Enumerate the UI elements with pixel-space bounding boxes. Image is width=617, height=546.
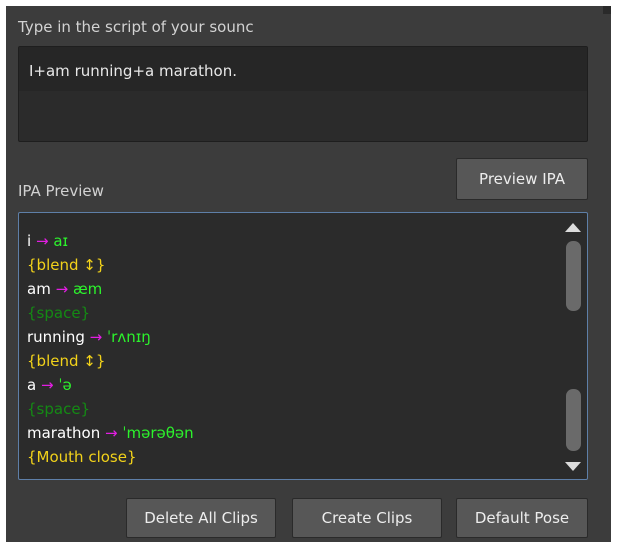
ipa-word: am: [27, 280, 51, 298]
ipa-word: marathon: [27, 424, 101, 442]
arrow-icon: →: [89, 328, 103, 346]
arrow-icon: →: [35, 232, 49, 250]
scroll-down-arrow-icon[interactable]: [565, 462, 581, 471]
ipa-line: a → ˈə: [27, 373, 194, 397]
ipa-preview-content: i → aɪ {blend ↕} am → æm {space} running → ˈ…: [27, 229, 194, 469]
default-pose-button[interactable]: Default Pose: [456, 498, 588, 538]
ipa-phoneme: ˈə: [58, 376, 72, 394]
ipa-line: {Mouth close}: [27, 445, 194, 469]
ipa-line: i → aɪ: [27, 229, 194, 253]
ipa-scrollbar[interactable]: [563, 221, 583, 473]
scroll-thumb-lower[interactable]: [566, 389, 581, 451]
scroll-thumb-upper[interactable]: [566, 241, 581, 311]
ipa-word: i: [27, 232, 32, 250]
arrow-icon: →: [40, 376, 54, 394]
arrow-icon: →: [105, 424, 118, 442]
space-marker: {space}: [27, 400, 91, 418]
lipsync-panel: Type in the script of your sounc I+am ru…: [6, 6, 611, 542]
panel-corner: [603, 6, 611, 14]
ipa-preview-label: IPA Preview: [18, 182, 104, 200]
delete-all-clips-button[interactable]: Delete All Clips: [126, 498, 276, 538]
ipa-word: a: [27, 376, 37, 394]
mouth-close-marker: {Mouth close}: [27, 448, 137, 466]
blend-marker: {blend ↕}: [27, 352, 106, 370]
preview-ipa-button[interactable]: Preview IPA: [456, 158, 588, 200]
script-input[interactable]: I+am running+a marathon.: [18, 46, 588, 142]
ipa-preview-area[interactable]: i → aɪ {blend ↕} am → æm {space} running → ˈ…: [18, 212, 588, 480]
ipa-line: {blend ↕}: [27, 349, 194, 373]
space-marker: {space}: [27, 304, 91, 322]
script-input-text: I+am running+a marathon.: [19, 47, 587, 91]
create-clips-button[interactable]: Create Clips: [292, 498, 442, 538]
ipa-phoneme: aɪ: [53, 232, 69, 250]
ipa-phoneme: æm: [72, 280, 103, 298]
ipa-line: am → æm: [27, 277, 194, 301]
ipa-line: {blend ↕}: [27, 253, 194, 277]
ipa-line: marathon → ˈmərəθən: [27, 421, 194, 445]
scroll-up-arrow-icon[interactable]: [565, 223, 581, 232]
ipa-phoneme: ˈrʌnɪŋ: [107, 328, 151, 346]
ipa-phoneme: ˈmərəθən: [122, 424, 194, 442]
blend-marker: {blend ↕}: [27, 256, 106, 274]
ipa-line: {space}: [27, 301, 194, 325]
script-label: Type in the script of your sounc: [18, 18, 254, 36]
arrow-icon: →: [55, 280, 69, 298]
ipa-line: running → ˈrʌnɪŋ: [27, 325, 194, 349]
ipa-word: running: [27, 328, 85, 346]
ipa-line: {space}: [27, 397, 194, 421]
